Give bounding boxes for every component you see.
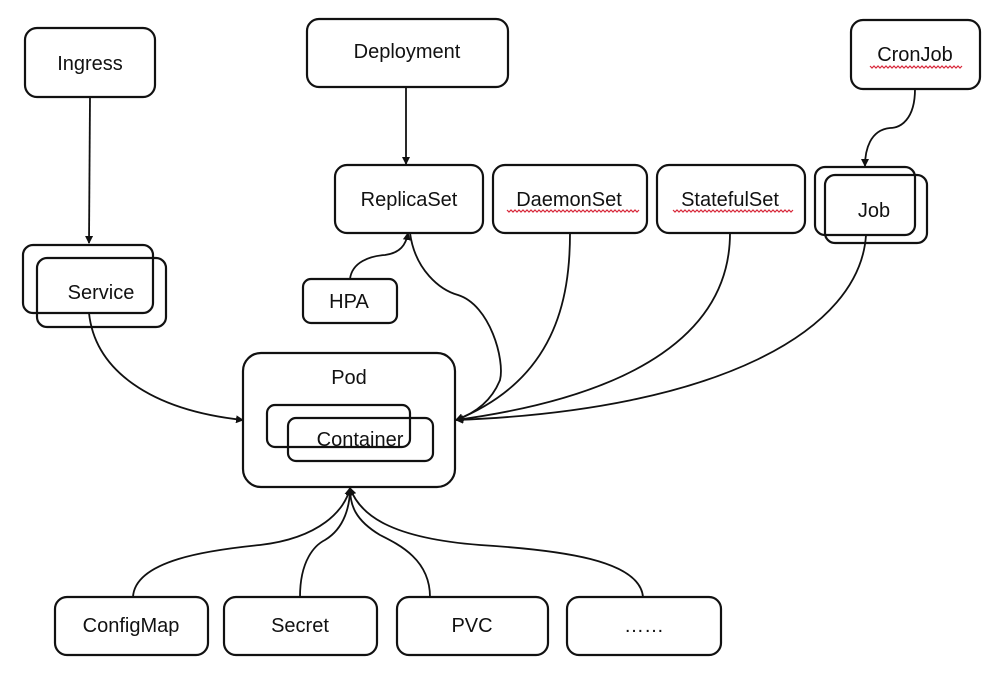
arrow-daemonset-to-pod — [455, 232, 571, 422]
arrow-job-to-pod — [455, 234, 867, 424]
node-daemonset: DaemonSet — [491, 163, 649, 235]
node-pod: Pod Container — [241, 351, 457, 489]
node-replicaset: ReplicaSet — [333, 163, 485, 235]
cronjob-label: CronJob — [877, 44, 953, 66]
service-label: Service — [68, 282, 135, 304]
kubernetes-resource-diagram: Ingress Deployment CronJob ReplicaSet Da… — [21, 17, 982, 657]
arrow-statefulset-to-pod — [455, 232, 731, 424]
configmap-label: ConfigMap — [83, 615, 180, 637]
container-label: Container — [317, 429, 404, 451]
arrow-cronjob-to-job — [861, 88, 916, 167]
node-job: Job — [813, 165, 929, 245]
node-service: Service — [21, 243, 168, 329]
node-deployment: Deployment — [305, 17, 510, 89]
pod-label: Pod — [331, 367, 367, 389]
arrow-service-to-pod — [88, 312, 244, 424]
statefulset-label: StatefulSet — [681, 189, 779, 211]
node-configmap: ConfigMap — [53, 595, 210, 657]
arrow-hpa-to-replicaset — [349, 232, 411, 280]
node-ingress: Ingress — [23, 26, 157, 99]
node-statefulset: StatefulSet — [655, 163, 807, 235]
daemonset-label: DaemonSet — [516, 189, 622, 211]
node-hpa: HPA — [301, 277, 399, 325]
hpa-label: HPA — [329, 291, 369, 313]
arrow-ingress-to-service — [85, 96, 94, 244]
secret-label: Secret — [271, 615, 329, 637]
node-more: …… — [565, 595, 723, 657]
more-label: …… — [624, 615, 664, 637]
arrow-configmap-to-pod — [132, 487, 353, 598]
node-secret: Secret — [222, 595, 379, 657]
replicaset-label: ReplicaSet — [361, 189, 458, 211]
deployment-label: Deployment — [354, 41, 461, 63]
arrow-pvc-to-pod — [346, 487, 431, 598]
job-label: Job — [858, 200, 890, 222]
ingress-label: Ingress — [57, 53, 123, 75]
node-cronjob: CronJob — [849, 18, 982, 91]
pvc-label: PVC — [451, 615, 492, 637]
node-pvc: PVC — [395, 595, 550, 657]
